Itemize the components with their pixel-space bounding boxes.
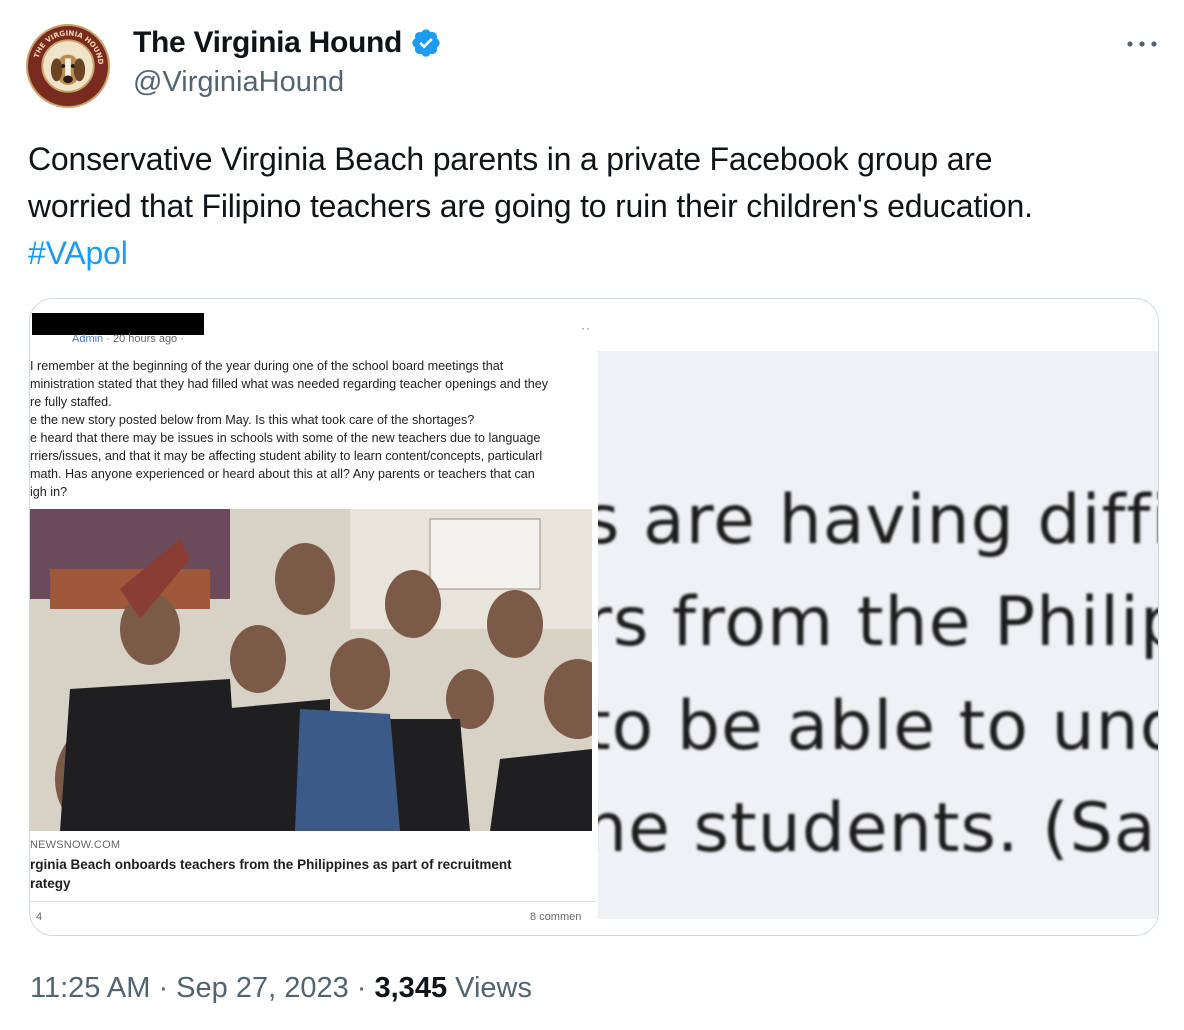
fb-headline-line: rginia Beach onboards teachers from the … (30, 857, 512, 872)
fb-headline-line: rategy (30, 876, 71, 891)
fb-post-line: e heard that there may be issues in scho… (30, 431, 541, 445)
zoomed-text-line: s are having diffic (598, 481, 1158, 560)
zoomed-text-line: to be able to und (598, 687, 1158, 766)
fb-post-meta: Admin · 20 hours ago · (72, 333, 184, 345)
hound-logo-avatar-icon: THE VIRGINIA HOUND (29, 27, 107, 105)
fb-post-line: e the new story posted below from May. I… (30, 413, 475, 427)
zoomed-text-line: he students. (Sal (598, 789, 1158, 868)
fb-more-icon: ·· (581, 321, 591, 335)
hashtag-link[interactable]: #VApol (28, 235, 128, 271)
fb-post-line: I remember at the beginning of the year … (30, 359, 504, 373)
tweet-date[interactable]: Sep 27, 2023 (176, 972, 349, 1004)
views-count: 3,345 (374, 972, 448, 1004)
author-name-row: The Virginia Hound (133, 26, 442, 60)
tweet-time[interactable]: 11:25 AM (30, 972, 150, 1004)
group-selfie-photo (30, 509, 592, 831)
tweet-footer: 11:25 AM · Sep 27, 2023 · 3,345 Views (30, 972, 532, 1005)
fb-post-time: · 20 hours ago · (103, 333, 184, 345)
fb-post-line: re fully staffed. (30, 395, 112, 409)
avatar[interactable]: THE VIRGINIA HOUND (26, 24, 110, 108)
fb-post-line: igh in? (30, 485, 68, 499)
fb-post-text: I remember at the beginning of the year … (30, 357, 596, 501)
fb-post-line: ministration stated that they had filled… (30, 377, 549, 391)
fb-post-line: math. Has anyone experienced or heard ab… (30, 467, 535, 481)
tweet-text-line: worried that Filipino teachers are going… (28, 188, 1033, 224)
handle[interactable]: @VirginiaHound (133, 66, 344, 99)
fb-link-headline: rginia Beach onboards teachers from the … (30, 855, 596, 893)
tweet-text-line: Conservative Virginia Beach parents in a… (28, 141, 993, 177)
media-grid: Admin · 20 hours ago · ·· I remember at … (29, 298, 1159, 936)
fb-reaction-count: 4 (36, 911, 43, 923)
fb-link-source: NEWSNOW.COM (30, 839, 121, 851)
tweet-text: Conservative Virginia Beach parents in a… (28, 136, 1158, 277)
media-image-left[interactable]: Admin · 20 hours ago · ·· I remember at … (30, 299, 596, 935)
footer-separator: · (348, 972, 375, 1004)
fb-post-line: rriers/issues, and that it may be affect… (30, 449, 543, 463)
fb-comment-count: 8 commen (530, 911, 582, 923)
zoomed-text-panel: s are having diffic rs from the Philip t… (598, 351, 1158, 919)
zoomed-text-line: rs from the Philip (598, 583, 1158, 662)
fb-admin-label: Admin (72, 333, 104, 345)
more-horizontal-icon[interactable] (1122, 34, 1162, 54)
verified-badge-icon (412, 29, 440, 57)
media-image-right[interactable]: s are having diffic rs from the Philip t… (598, 299, 1158, 935)
display-name[interactable]: The Virginia Hound (133, 26, 402, 60)
footer-separator: · (150, 972, 177, 1004)
redaction-bar (32, 313, 204, 335)
tweet-card: THE VIRGINIA HOUND The Virginia Hound @V… (0, 0, 1184, 1030)
views-label: Views (447, 972, 532, 1004)
fb-divider (30, 901, 596, 902)
